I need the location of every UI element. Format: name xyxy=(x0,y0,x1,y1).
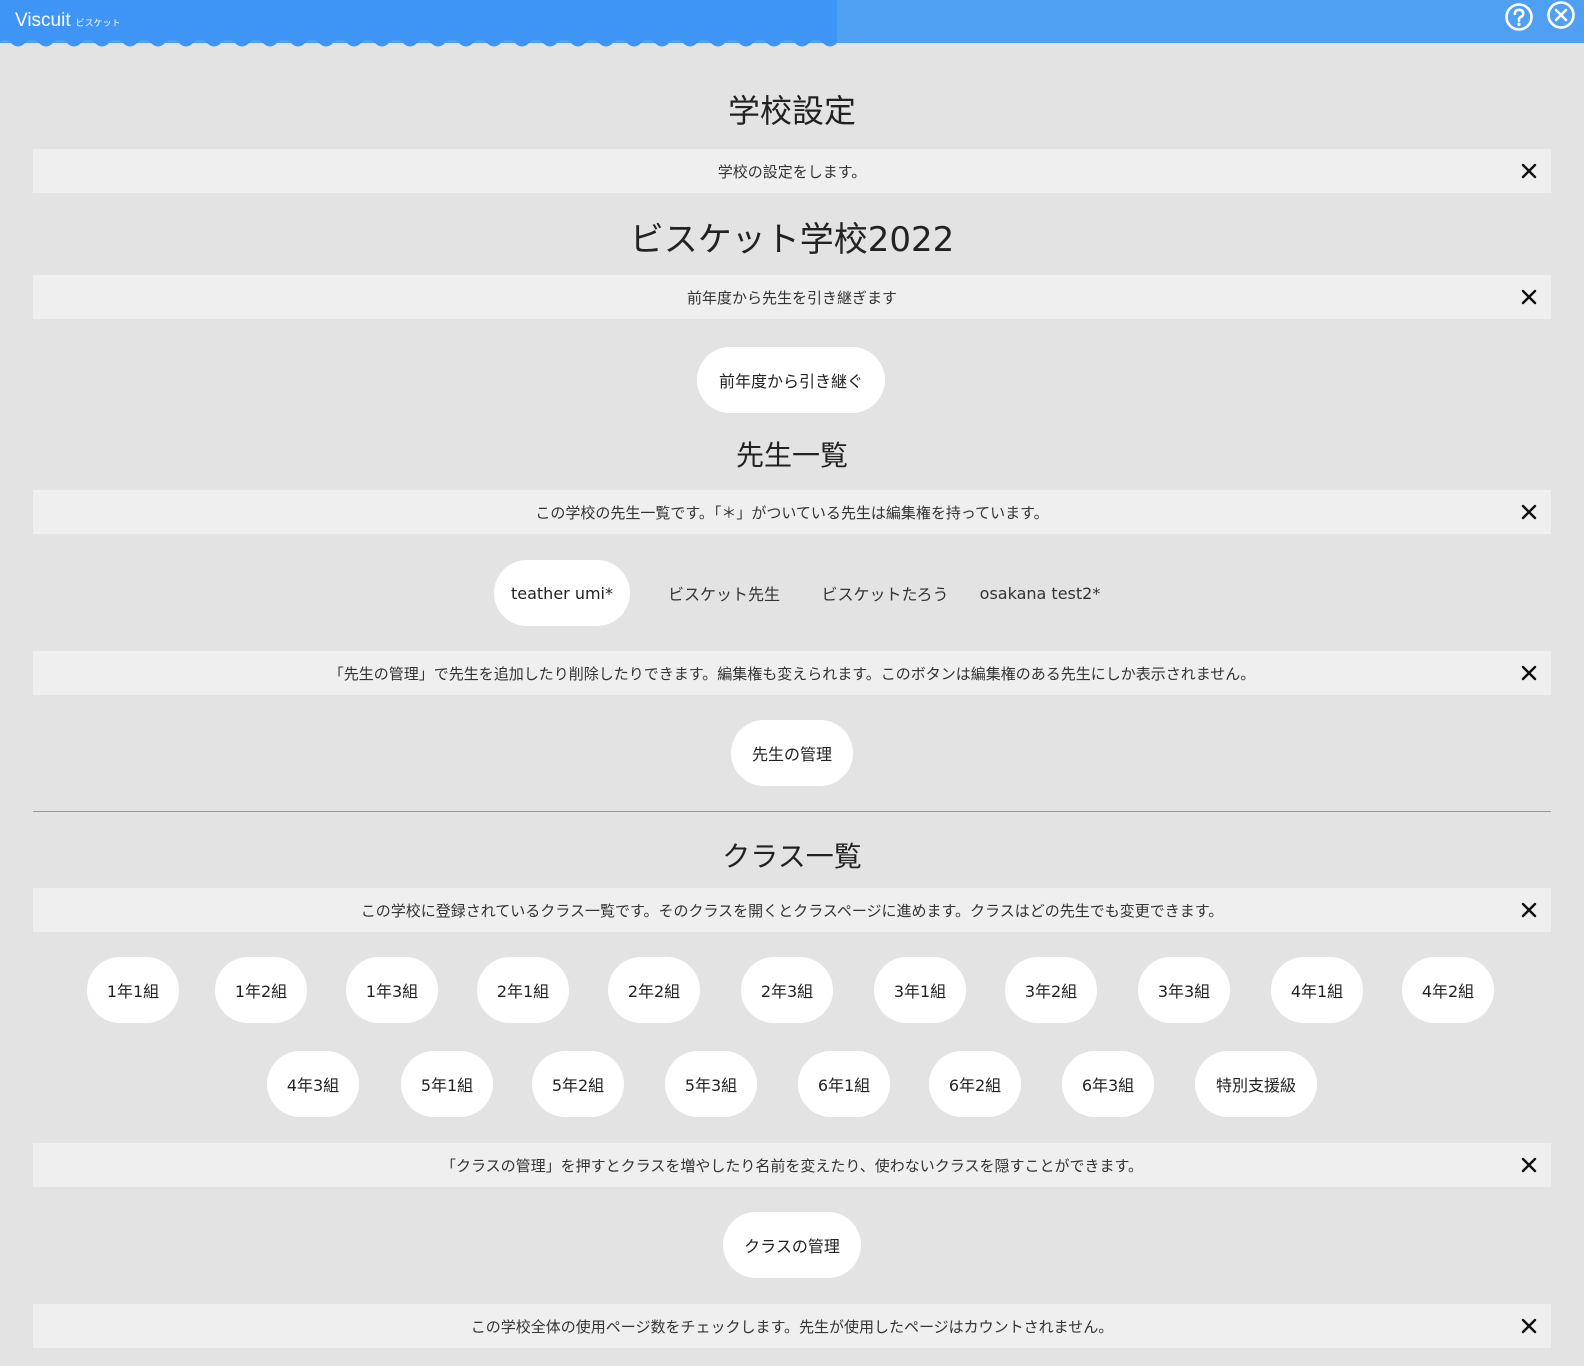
close-icon[interactable] xyxy=(1521,1318,1537,1334)
teacher-item[interactable]: osakana test2* xyxy=(975,560,1105,626)
classes-title: クラス一覧 xyxy=(722,840,862,873)
manage-teachers-button[interactable]: 先生の管理 xyxy=(731,720,853,786)
close-icon[interactable] xyxy=(1521,665,1537,681)
notice-text: 前年度から先生を引き継ぎます xyxy=(686,288,897,307)
notice-text: 学校の設定をします。 xyxy=(717,162,867,181)
teachers-title: 先生一覧 xyxy=(735,439,848,472)
class-item[interactable]: 5年2組 xyxy=(532,1051,624,1117)
class-item[interactable]: 6年2組 xyxy=(929,1051,1021,1117)
teacher-item[interactable]: teather umi* xyxy=(494,560,630,626)
notice-inherit: 前年度から先生を引き継ぎます xyxy=(33,275,1551,319)
manage-classes-button[interactable]: クラスの管理 xyxy=(723,1212,861,1278)
teacher-item[interactable]: ビスケットたろう xyxy=(810,560,960,626)
section-divider xyxy=(33,811,1551,812)
notice-classes: この学校に登録されているクラス一覧です。そのクラスを開くとクラスページに進めます… xyxy=(33,888,1551,932)
notice-text: 「先生の管理」で先生を追加したり削除したりできます。編集権も変えられます。このボ… xyxy=(328,664,1256,683)
notice-text: 「クラスの管理」を押すとクラスを増やしたり名前を変えたり、使わないクラスを隠すこ… xyxy=(440,1156,1143,1175)
question-circle-icon[interactable] xyxy=(1504,2,1534,32)
brand-wave-decoration xyxy=(0,0,837,47)
class-item[interactable]: 6年1組 xyxy=(798,1051,890,1117)
school-name: ビスケット学校2022 xyxy=(629,220,955,260)
close-circle-icon[interactable] xyxy=(1546,0,1576,30)
class-item[interactable]: 2年1組 xyxy=(477,957,569,1023)
notice-teachers: この学校の先生一覧です。「＊」がついている先生は編集権を持っています。 xyxy=(33,490,1551,534)
class-item[interactable]: 1年2組 xyxy=(215,957,307,1023)
page-title: 学校設定 xyxy=(727,92,856,130)
class-item[interactable]: 2年2組 xyxy=(608,957,700,1023)
notice-text: この学校に登録されているクラス一覧です。そのクラスを開くとクラスページに進めます… xyxy=(360,901,1224,920)
class-item[interactable]: 4年2組 xyxy=(1402,957,1494,1023)
notice-class-manage: 「クラスの管理」を押すとクラスを増やしたり名前を変えたり、使わないクラスを隠すこ… xyxy=(33,1143,1551,1187)
teacher-item[interactable]: ビスケット先生 xyxy=(659,560,789,626)
class-item[interactable]: 2年3組 xyxy=(741,957,833,1023)
close-icon[interactable] xyxy=(1521,504,1537,520)
close-icon[interactable] xyxy=(1521,163,1537,179)
class-item[interactable]: 4年1組 xyxy=(1271,957,1363,1023)
notice-teacher-manage: 「先生の管理」で先生を追加したり削除したりできます。編集権も変えられます。このボ… xyxy=(33,651,1551,695)
top-bar: Viscuit ビスケット xyxy=(0,0,1584,47)
class-item[interactable]: 1年1組 xyxy=(87,957,179,1023)
app-logo[interactable]: Viscuit ビスケット xyxy=(15,10,121,32)
notice-school-settings: 学校の設定をします。 xyxy=(33,149,1551,193)
close-icon[interactable] xyxy=(1521,902,1537,918)
close-icon[interactable] xyxy=(1521,289,1537,305)
inherit-previous-year-button[interactable]: 前年度から引き継ぐ xyxy=(697,347,885,413)
app-name: Viscuit xyxy=(15,10,71,31)
close-icon[interactable] xyxy=(1521,1157,1537,1173)
class-item[interactable]: 5年1組 xyxy=(401,1051,493,1117)
class-item[interactable]: 3年2組 xyxy=(1005,957,1097,1023)
notice-text: この学校の先生一覧です。「＊」がついている先生は編集権を持っています。 xyxy=(535,503,1049,522)
app-subname: ビスケット xyxy=(75,18,121,28)
class-item[interactable]: 4年3組 xyxy=(267,1051,359,1117)
class-item[interactable]: 1年3組 xyxy=(346,957,438,1023)
class-item[interactable]: 3年3組 xyxy=(1138,957,1230,1023)
notice-usage: この学校全体の使用ページ数をチェックします。先生が使用したページはカウントされま… xyxy=(33,1304,1551,1348)
class-item[interactable]: 5年3組 xyxy=(665,1051,757,1117)
class-item[interactable]: 6年3組 xyxy=(1062,1051,1154,1117)
class-item[interactable]: 特別支援級 xyxy=(1195,1051,1317,1117)
class-item[interactable]: 3年1組 xyxy=(874,957,966,1023)
notice-text: この学校全体の使用ページ数をチェックします。先生が使用したページはカウントされま… xyxy=(470,1317,1114,1336)
